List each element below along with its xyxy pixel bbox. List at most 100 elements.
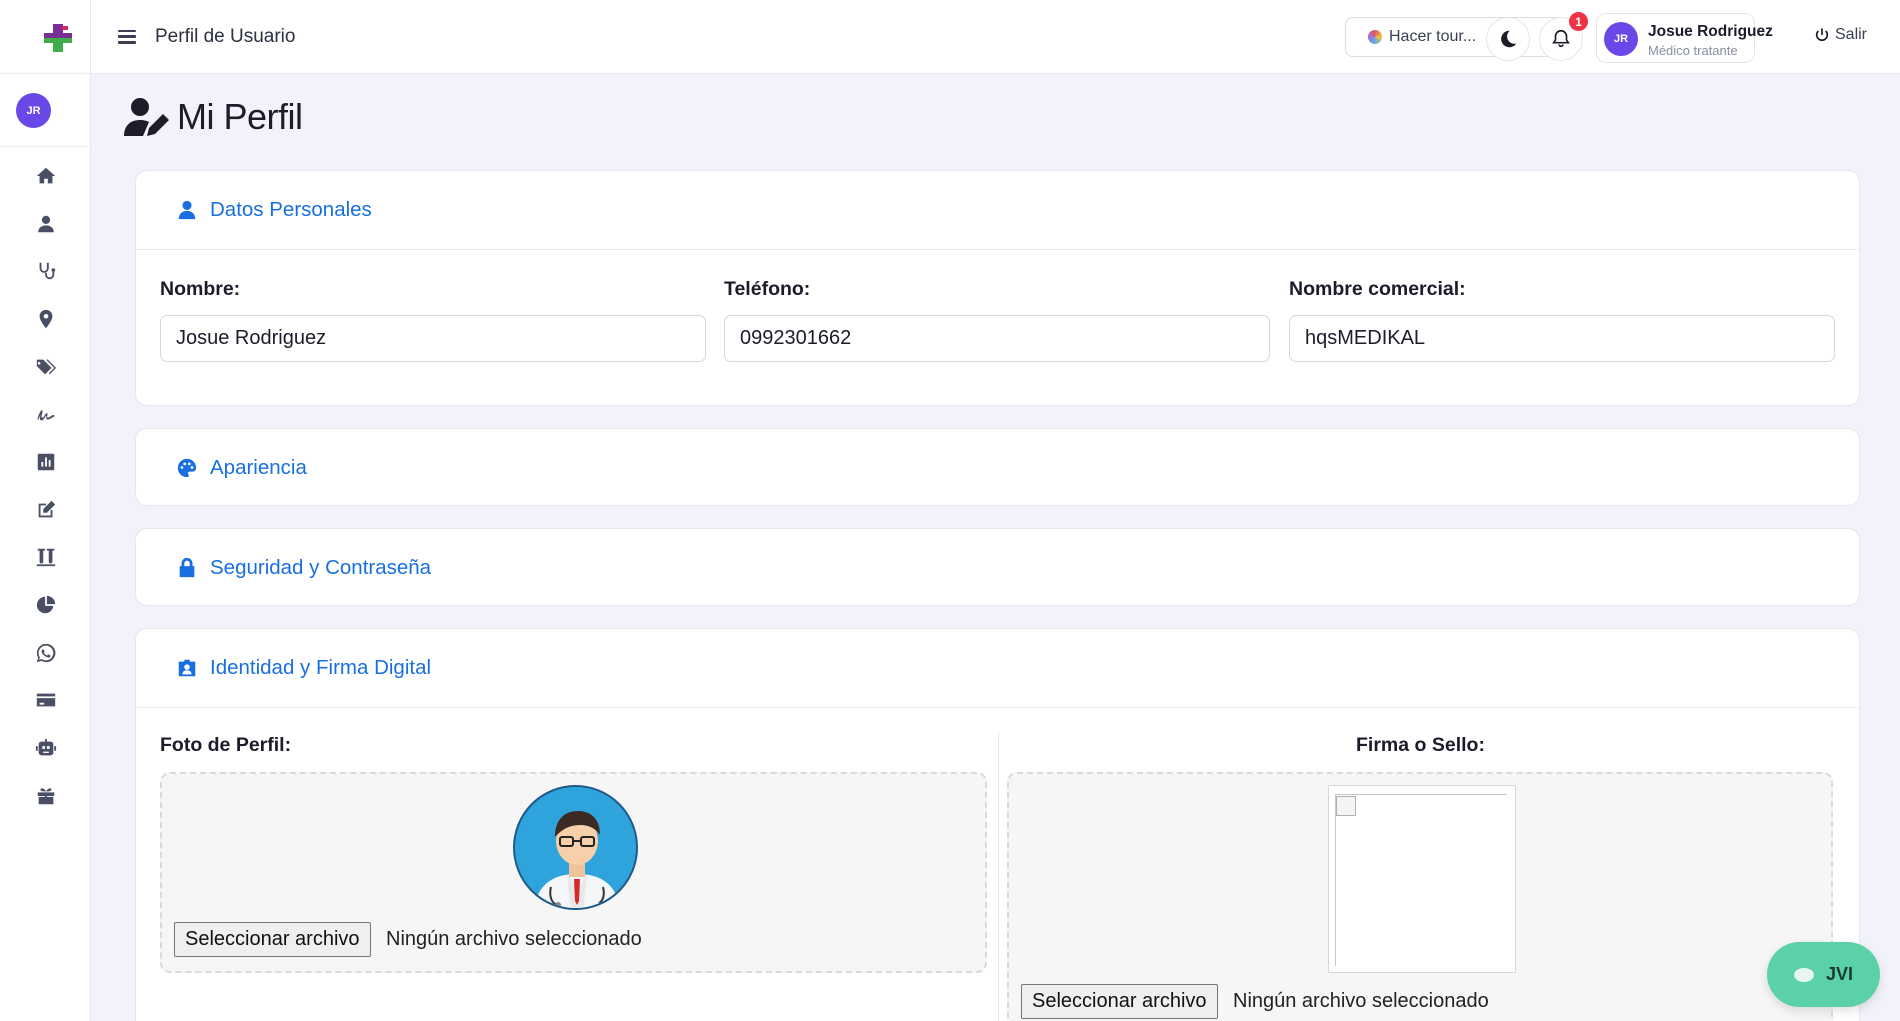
column-divider: [998, 733, 999, 1021]
sidebar: JR: [0, 0, 91, 1021]
appearance-card: Apariencia: [135, 428, 1860, 506]
avatar: JR: [1604, 22, 1638, 56]
sidebar-item-consultations[interactable]: [0, 247, 91, 295]
name-field: Nombre:: [160, 278, 706, 362]
signature-image-frame: [1335, 794, 1507, 966]
user-role: Médico tratante: [1648, 43, 1738, 58]
sidebar-item-tags[interactable]: [0, 343, 91, 391]
user-edit-icon: [124, 98, 169, 136]
hamburger-icon: [118, 29, 136, 32]
robot-icon: [35, 738, 56, 756]
sidebar-divider: [0, 73, 91, 74]
name-input[interactable]: [160, 315, 706, 362]
lock-icon: [179, 557, 195, 578]
signature-file-button[interactable]: Seleccionar archivo: [1021, 984, 1218, 1019]
signature-icon: [37, 410, 54, 421]
phone-input[interactable]: [724, 315, 1270, 362]
bell-icon: [1552, 29, 1570, 48]
chat-assistant-label: JVI: [1825, 964, 1854, 984]
moon-icon: [1501, 30, 1517, 48]
power-icon: [1815, 28, 1829, 42]
top-header: Perfil de Usuario Hacer tour... 1 JR Jos…: [91, 0, 1900, 74]
credit-card-icon: [36, 693, 55, 707]
sidebar-item-locations[interactable]: [0, 295, 91, 343]
company-name-input[interactable]: [1289, 315, 1835, 362]
notification-badge: 1: [1569, 12, 1588, 31]
stethoscope-icon: [39, 262, 55, 280]
home-icon: [36, 167, 55, 184]
bar-chart-icon: [37, 453, 54, 471]
broken-image-icon: [1336, 796, 1356, 816]
menu-toggle-button[interactable]: [116, 26, 138, 48]
photo-file-button[interactable]: Seleccionar archivo: [174, 922, 371, 957]
tags-icon: [36, 359, 56, 374]
header-title: Perfil de Usuario: [155, 26, 296, 47]
id-badge-icon: [178, 659, 196, 677]
signature-dropzone[interactable]: Seleccionar archivo Ningún archivo selec…: [1007, 772, 1833, 1021]
section-divider: [136, 249, 1859, 250]
security-card: Seguridad y Contraseña: [135, 528, 1860, 606]
signature-image: [1328, 785, 1516, 973]
sidebar-item-rewards[interactable]: [0, 772, 91, 820]
sidebar-divider: [0, 146, 91, 147]
signature-label: Firma o Sello:: [1356, 734, 1485, 756]
personal-data-header[interactable]: Datos Personales: [136, 171, 1859, 249]
tour-icon: [1368, 30, 1382, 44]
user-icon: [37, 215, 54, 232]
section-title: Seguridad y Contraseña: [210, 556, 432, 579]
profile-photo: [513, 785, 638, 910]
logout-button[interactable]: Salir: [1814, 26, 1867, 44]
security-header[interactable]: Seguridad y Contraseña: [136, 529, 1859, 607]
identity-header[interactable]: Identidad y Firma Digital: [136, 629, 1859, 707]
tour-select[interactable]: Hacer tour...: [1345, 17, 1567, 57]
sidebar-item-billing[interactable]: [0, 677, 91, 725]
page-heading: Mi Perfil: [177, 96, 303, 137]
app-logo[interactable]: [40, 20, 76, 56]
sidebar-item-whatsapp[interactable]: [0, 629, 91, 677]
sidebar-item-statistics[interactable]: [0, 581, 91, 629]
phone-field: Teléfono:: [724, 278, 1270, 362]
phone-label: Teléfono:: [724, 278, 811, 300]
pie-chart-icon: [36, 595, 55, 614]
sidebar-nav: [0, 152, 91, 820]
notifications-button[interactable]: 1: [1539, 12, 1588, 61]
user-menu[interactable]: JR Josue Rodriguez Médico tratante: [1596, 13, 1773, 63]
chat-bubble-icon: [1793, 967, 1814, 982]
photo-dropzone[interactable]: Seleccionar archivo Ningún archivo selec…: [160, 772, 987, 973]
company-name-label: Nombre comercial:: [1289, 278, 1466, 300]
personal-data-card: Datos Personales Nombre: Teléfono: Nombr…: [135, 170, 1860, 406]
edit-icon: [38, 500, 55, 517]
vials-icon: [36, 549, 55, 567]
photo-file-status: Ningún archivo seleccionado: [386, 928, 642, 950]
gift-icon: [37, 788, 54, 805]
tour-select-value: Hacer tour...: [1389, 28, 1477, 45]
sidebar-avatar[interactable]: JR: [16, 93, 51, 128]
user-name: Josue Rodriguez: [1648, 23, 1773, 40]
sidebar-item-edit[interactable]: [0, 486, 91, 534]
sidebar-item-assistant[interactable]: [0, 724, 91, 772]
signature-file-status: Ningún archivo seleccionado: [1233, 990, 1489, 1012]
photo-label: Foto de Perfil:: [160, 734, 292, 756]
section-divider: [136, 707, 1859, 708]
identity-card: Identidad y Firma Digital Foto de Perfil…: [135, 628, 1860, 1021]
name-label: Nombre:: [160, 278, 241, 300]
dark-mode-button[interactable]: [1486, 17, 1530, 61]
section-title: Identidad y Firma Digital: [210, 656, 432, 679]
chat-assistant-button[interactable]: JVI: [1767, 942, 1880, 1007]
section-title: Apariencia: [210, 456, 307, 479]
company-name-field: Nombre comercial:: [1289, 278, 1835, 362]
appearance-header[interactable]: Apariencia: [136, 429, 1859, 507]
page-title: Mi Perfil: [123, 96, 303, 138]
section-title: Datos Personales: [210, 198, 372, 221]
location-pin-icon: [39, 309, 52, 329]
user-icon: [178, 200, 196, 220]
whatsapp-icon: [36, 643, 55, 662]
logout-label: Salir: [1835, 26, 1868, 43]
sidebar-item-home[interactable]: [0, 152, 91, 200]
sidebar-item-reports[interactable]: [0, 438, 91, 486]
sidebar-item-signature[interactable]: [0, 390, 91, 438]
sidebar-item-laboratory[interactable]: [0, 534, 91, 582]
doctor-avatar-image: [515, 787, 636, 908]
palette-icon: [177, 458, 197, 478]
sidebar-item-patients[interactable]: [0, 200, 91, 248]
